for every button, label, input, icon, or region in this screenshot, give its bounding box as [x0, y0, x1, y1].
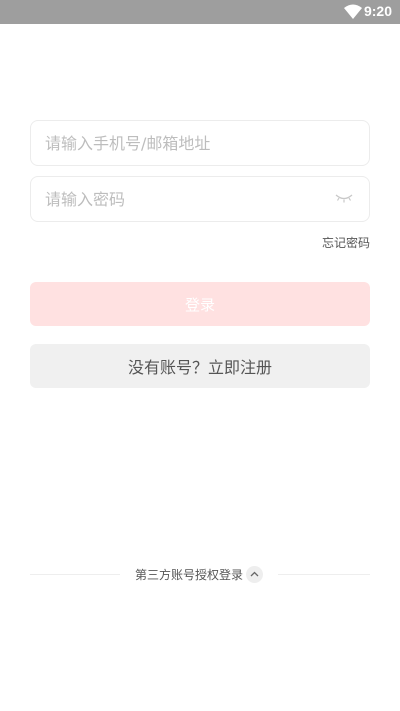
login-button[interactable]: 登录	[30, 282, 370, 326]
password-field[interactable]	[30, 176, 370, 222]
third-party-label[interactable]: 第三方账号授权登录	[135, 566, 243, 583]
wifi-icon	[344, 4, 362, 19]
third-party-toggle[interactable]	[246, 566, 263, 583]
account-field[interactable]	[30, 120, 370, 166]
eye-closed-icon[interactable]	[335, 192, 353, 204]
forgot-password-link[interactable]: 忘记密码	[322, 234, 370, 251]
password-input[interactable]	[45, 177, 325, 221]
third-party-login: 第三方账号授权登录	[30, 562, 370, 586]
status-bar: 9:20	[0, 0, 400, 24]
register-button[interactable]: 没有账号？立即注册	[30, 344, 370, 388]
divider-left	[30, 574, 120, 575]
status-time: 9:20	[363, 3, 392, 19]
divider-right	[278, 574, 370, 575]
account-input[interactable]	[45, 121, 325, 165]
chevron-up-icon	[250, 571, 259, 577]
